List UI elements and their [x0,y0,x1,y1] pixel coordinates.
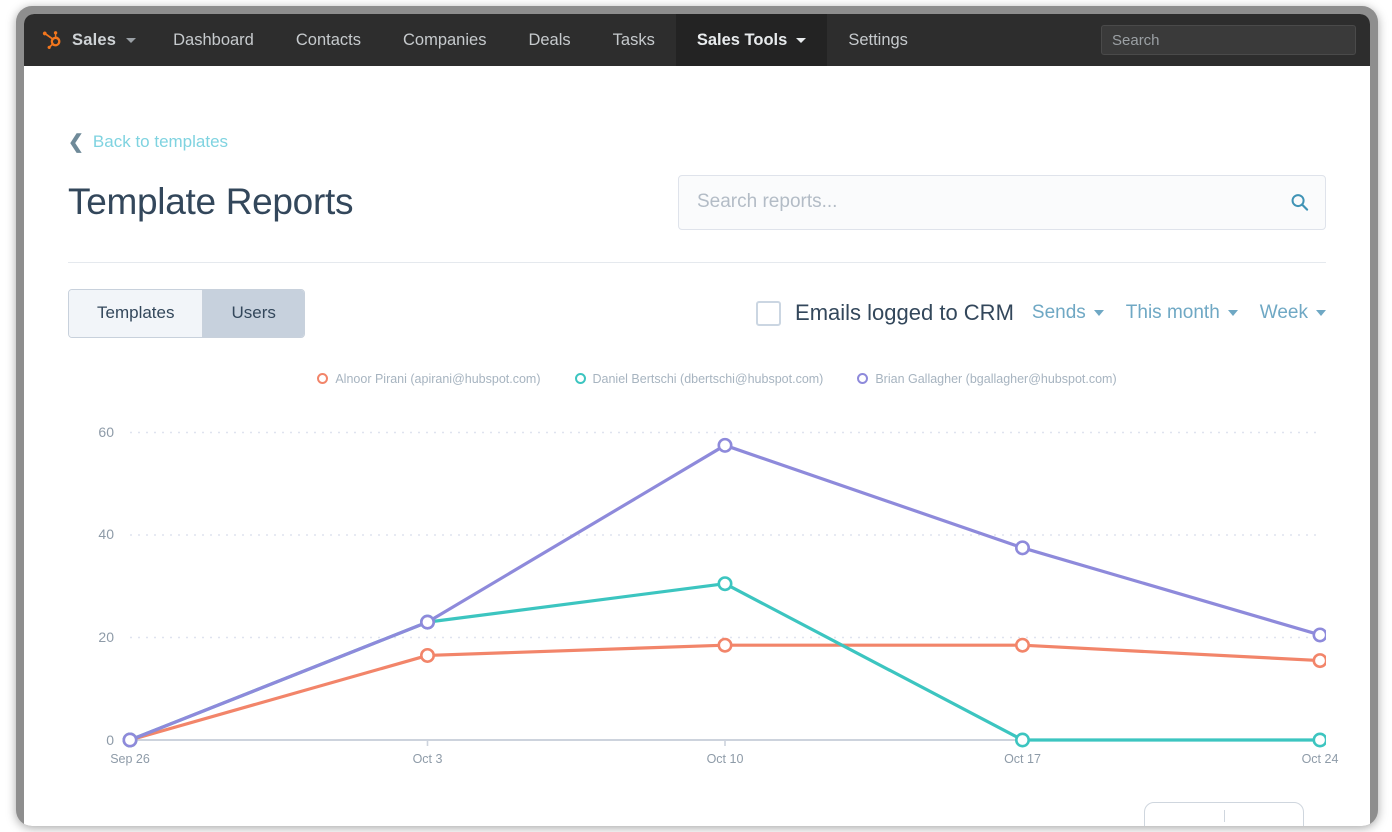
chevron-down-icon [1094,310,1104,316]
page-title: Template Reports [68,181,353,223]
nav-item-dashboard[interactable]: Dashboard [152,14,275,66]
nav-item-label: Deals [528,31,570,50]
global-search-container [1101,14,1370,66]
data-point-marker [1016,541,1028,553]
data-point-marker [719,638,731,650]
series-line [130,645,1320,740]
interval-dropdown[interactable]: Week [1260,302,1326,324]
filters-group: Emails logged to CRM Sends This month We… [756,300,1326,326]
legend-label: Daniel Bertschi (dbertschi@hubspot.com) [593,372,824,386]
y-axis-tick-label: 20 [68,629,114,645]
brand-label: Sales [72,31,116,50]
reports-search-container [678,175,1326,230]
header-divider [68,262,1326,263]
legend-label: Brian Gallagher (bgallagher@hubspot.com) [875,372,1116,386]
back-link-label: Back to templates [93,132,228,152]
dropdown-label: Week [1260,302,1308,324]
data-point-marker [719,577,731,589]
reports-search-input[interactable] [678,175,1326,230]
nav-item-settings[interactable]: Settings [827,14,929,66]
nav-item-deals[interactable]: Deals [507,14,591,66]
nav-item-contacts[interactable]: Contacts [275,14,382,66]
line-chart-svg [68,400,1326,770]
x-axis-tick-label: Oct 3 [413,752,443,766]
app-screen: Sales Dashboard Contacts Companies Deals… [24,14,1370,826]
nav-item-label: Dashboard [173,31,254,50]
controls-row: Templates Users Emails logged to CRM Sen… [68,289,1326,338]
brand-menu[interactable]: Sales [24,14,152,66]
data-point-marker [1314,628,1326,640]
legend-item[interactable]: Brian Gallagher (bgallagher@hubspot.com) [857,372,1116,386]
data-point-marker [1016,733,1028,745]
segment-users[interactable]: Users [203,290,303,337]
legend-label: Alnoor Pirani (apirani@hubspot.com) [335,372,540,386]
nav-item-tasks[interactable]: Tasks [592,14,676,66]
segment-label: Users [231,303,275,323]
chat-widget-stub[interactable] [1144,802,1304,826]
series-line [130,445,1320,740]
chevron-left-icon: ❮ [68,133,84,152]
data-point-marker [1314,654,1326,666]
emails-logged-to-crm-label: Emails logged to CRM [795,300,1014,326]
segment-templates[interactable]: Templates [69,290,203,337]
chat-widget-tick [1224,810,1225,822]
chevron-down-icon [1228,310,1238,316]
y-axis-tick-label: 60 [68,424,114,440]
y-axis-tick-label: 40 [68,526,114,542]
legend-marker-icon [317,373,328,384]
chart-legend: Alnoor Pirani (apirani@hubspot.com) Danie… [108,372,1326,386]
data-point-marker [1016,638,1028,650]
dropdown-label: Sends [1032,302,1086,324]
dropdown-label: This month [1126,302,1220,324]
global-search-input[interactable] [1101,25,1356,55]
date-range-dropdown[interactable]: This month [1126,302,1238,324]
data-point-marker [719,439,731,451]
chevron-down-icon [126,38,136,43]
chart-area: Alnoor Pirani (apirani@hubspot.com) Danie… [68,372,1326,792]
data-point-marker [421,615,433,627]
legend-item[interactable]: Alnoor Pirani (apirani@hubspot.com) [317,372,540,386]
nav-item-label: Contacts [296,31,361,50]
chart-plot-area: 0204060 Sep 26Oct 3Oct 10Oct 17Oct 24 [68,400,1326,770]
series-line [130,583,1320,739]
x-axis-tick-label: Oct 10 [707,752,744,766]
device-bezel: Sales Dashboard Contacts Companies Deals… [16,6,1378,826]
top-navigation-bar: Sales Dashboard Contacts Companies Deals… [24,14,1370,66]
nav-item-label: Tasks [613,31,655,50]
nav-item-label: Settings [848,31,908,50]
segment-label: Templates [97,303,174,323]
legend-marker-icon [575,373,586,384]
legend-marker-icon [857,373,868,384]
data-point-marker [421,649,433,661]
y-axis-tick-label: 0 [68,732,114,748]
page-content: ❮ Back to templates Template Reports Tem… [24,66,1370,792]
nav-item-label: Sales Tools [697,31,787,50]
x-axis-tick-label: Oct 17 [1004,752,1041,766]
chevron-down-icon [796,38,806,43]
x-axis-tick-label: Oct 24 [1302,752,1339,766]
nav-item-sales-tools[interactable]: Sales Tools [676,14,827,66]
emails-logged-to-crm-checkbox[interactable] [756,301,781,326]
data-point-marker [1314,733,1326,745]
page-header-row: Template Reports [68,175,1326,230]
back-to-templates-link[interactable]: ❮ Back to templates [68,132,228,152]
search-icon[interactable] [1290,193,1309,212]
chevron-down-icon [1316,310,1326,316]
view-segmented-control: Templates Users [68,289,305,338]
nav-item-label: Companies [403,31,486,50]
data-point-marker [124,733,136,745]
legend-item[interactable]: Daniel Bertschi (dbertschi@hubspot.com) [575,372,824,386]
hubspot-sprocket-icon [42,29,64,51]
metric-dropdown[interactable]: Sends [1032,302,1104,324]
x-axis-tick-label: Sep 26 [110,752,150,766]
nav-spacer [929,14,1101,66]
nav-item-companies[interactable]: Companies [382,14,507,66]
